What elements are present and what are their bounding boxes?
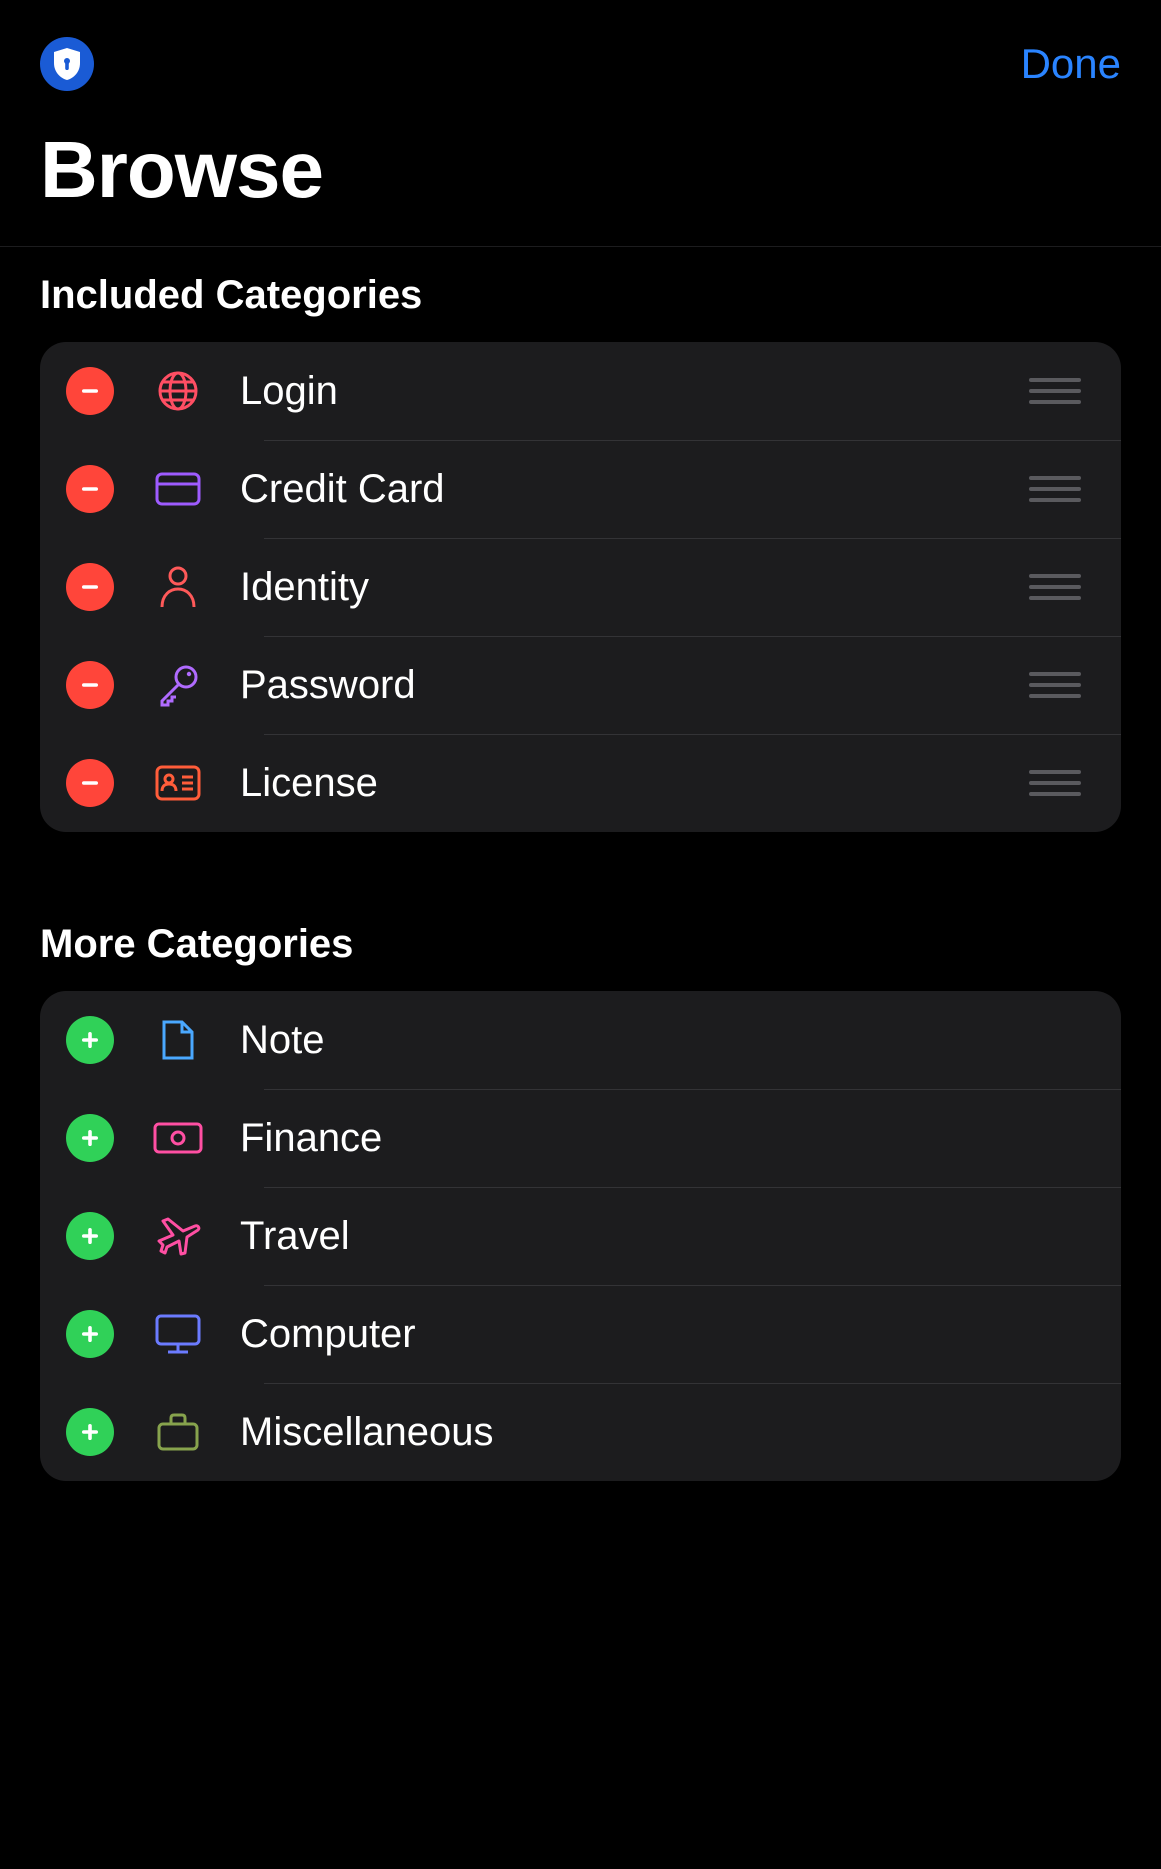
- add-button[interactable]: [66, 1212, 114, 1260]
- done-button[interactable]: Done: [1021, 40, 1121, 88]
- category-label: Password: [240, 663, 1029, 708]
- header: Done: [0, 0, 1161, 100]
- category-row-license[interactable]: License: [40, 734, 1121, 832]
- drag-handle-icon[interactable]: [1029, 378, 1081, 404]
- plane-icon: [142, 1213, 214, 1259]
- plus-icon: [79, 1225, 101, 1247]
- money-icon: [142, 1122, 214, 1154]
- category-row-computer[interactable]: Computer: [40, 1285, 1121, 1383]
- section-heading-included: Included Categories: [0, 247, 1161, 342]
- plus-icon: [79, 1323, 101, 1345]
- drag-handle-icon[interactable]: [1029, 574, 1081, 600]
- card-icon: [142, 472, 214, 506]
- spacer: [0, 832, 1161, 896]
- minus-icon: [79, 576, 101, 598]
- remove-button[interactable]: [66, 563, 114, 611]
- remove-button[interactable]: [66, 759, 114, 807]
- globe-icon: [142, 370, 214, 412]
- key-icon: [142, 663, 214, 707]
- category-label: Credit Card: [240, 467, 1029, 512]
- more-categories-card: Note Finance Travel Computer: [40, 991, 1121, 1481]
- included-categories-card: Login Credit Card Identity Password: [40, 342, 1121, 832]
- category-row-login[interactable]: Login: [40, 342, 1121, 440]
- person-icon: [142, 565, 214, 609]
- plus-icon: [79, 1029, 101, 1051]
- minus-icon: [79, 772, 101, 794]
- category-row-finance[interactable]: Finance: [40, 1089, 1121, 1187]
- category-label: Travel: [240, 1214, 1081, 1259]
- category-row-password[interactable]: Password: [40, 636, 1121, 734]
- category-row-credit-card[interactable]: Credit Card: [40, 440, 1121, 538]
- drag-handle-icon[interactable]: [1029, 476, 1081, 502]
- category-label: Login: [240, 369, 1029, 414]
- minus-icon: [79, 380, 101, 402]
- minus-icon: [79, 478, 101, 500]
- add-button[interactable]: [66, 1310, 114, 1358]
- id-icon: [142, 765, 214, 801]
- add-button[interactable]: [66, 1016, 114, 1064]
- category-row-note[interactable]: Note: [40, 991, 1121, 1089]
- category-label: License: [240, 761, 1029, 806]
- monitor-icon: [142, 1313, 214, 1355]
- minus-icon: [79, 674, 101, 696]
- add-button[interactable]: [66, 1114, 114, 1162]
- add-button[interactable]: [66, 1408, 114, 1456]
- remove-button[interactable]: [66, 367, 114, 415]
- category-row-identity[interactable]: Identity: [40, 538, 1121, 636]
- note-icon: [142, 1018, 214, 1062]
- category-label: Note: [240, 1018, 1081, 1063]
- page-title: Browse: [0, 100, 1161, 246]
- app-logo: [40, 37, 94, 91]
- category-label: Identity: [240, 565, 1029, 610]
- section-heading-more: More Categories: [0, 896, 1161, 991]
- category-label: Miscellaneous: [240, 1410, 1081, 1455]
- plus-icon: [79, 1421, 101, 1443]
- category-row-miscellaneous[interactable]: Miscellaneous: [40, 1383, 1121, 1481]
- category-label: Finance: [240, 1116, 1081, 1161]
- plus-icon: [79, 1127, 101, 1149]
- briefcase-icon: [142, 1412, 214, 1452]
- remove-button[interactable]: [66, 465, 114, 513]
- drag-handle-icon[interactable]: [1029, 672, 1081, 698]
- shield-lock-icon: [52, 47, 82, 81]
- category-row-travel[interactable]: Travel: [40, 1187, 1121, 1285]
- category-label: Computer: [240, 1312, 1081, 1357]
- drag-handle-icon[interactable]: [1029, 770, 1081, 796]
- remove-button[interactable]: [66, 661, 114, 709]
